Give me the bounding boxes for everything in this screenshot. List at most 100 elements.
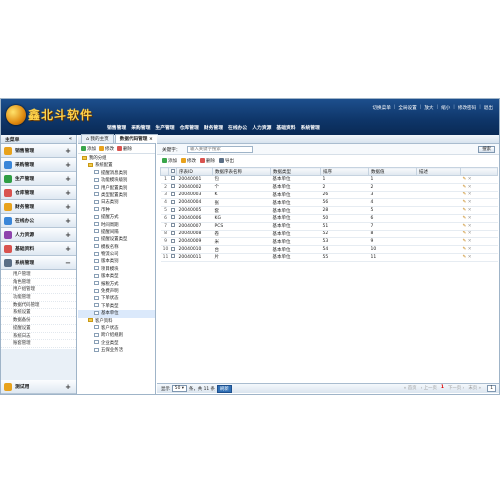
column-header-name[interactable]: 数据序表名称 (212, 167, 271, 176)
edit-row-icon[interactable]: ✎ (463, 177, 467, 182)
nav-system[interactable]: 系统管理 (299, 123, 322, 132)
tree-leaf[interactable]: 版本类型 (78, 273, 155, 280)
table-row[interactable]: 10 20040010 台基本单位 54 10 ✎ ✕ (160, 245, 498, 254)
sidebar-subitem[interactable]: 功能管理 (1, 294, 76, 302)
tree-leaf[interactable]: 下单类型 (78, 303, 155, 310)
delete-row-icon[interactable]: ✕ (468, 247, 472, 252)
tree-leaf[interactable]: 免费声明 (78, 288, 155, 295)
sidebar-module-8[interactable]: 系统管理 − (1, 256, 76, 270)
table-row[interactable]: 8 20040008 卷基本单位 52 8 ✎ ✕ (160, 230, 498, 239)
tree-folder[interactable]: 客户资料 (78, 318, 155, 325)
edit-row-icon[interactable]: ✎ (463, 255, 467, 260)
sidebar-module-1[interactable]: 采购管理 + (1, 158, 76, 172)
tree-add-button[interactable]: 添加 (81, 145, 96, 152)
sidebar-module-test[interactable]: 测试用 + (1, 380, 76, 394)
edit-row-icon[interactable]: ✎ (463, 200, 467, 205)
row-checkbox[interactable] (168, 191, 177, 200)
row-checkbox[interactable] (168, 183, 177, 192)
collapse-sidebar-button[interactable]: « (69, 137, 72, 142)
tree-leaf[interactable]: 基本单位 (78, 310, 155, 318)
table-row[interactable]: 1 20040001 包基本单位 1 1 ✎ ✕ (160, 175, 498, 184)
tree-leaf[interactable]: 下单状态 (78, 295, 155, 302)
tree-leaf[interactable]: 功能模块级别 (78, 177, 155, 184)
tree-leaf[interactable]: 五保业务活 (78, 347, 155, 354)
zoom-in-link[interactable]: 放大 (424, 105, 433, 111)
tree-leaf[interactable]: 项目模块 (78, 266, 155, 273)
logout-link[interactable]: 退出 (484, 105, 493, 111)
nav-warehouse[interactable]: 仓库管理 (178, 123, 201, 132)
sidebar-module-3[interactable]: 仓库管理 + (1, 186, 76, 200)
close-tab-icon[interactable]: × (149, 137, 153, 142)
search-button[interactable]: 搜索 (478, 146, 495, 153)
row-checkbox[interactable] (168, 214, 177, 223)
table-row[interactable]: 6 20040006 KG 基本单位 50 6 ✎ ✕ (160, 214, 498, 223)
tree-leaf[interactable]: 跨介绍规则 (78, 332, 155, 339)
tree-leaf[interactable]: 物流公司 (78, 251, 155, 258)
delete-row-icon[interactable]: ✕ (468, 185, 472, 190)
next-page-button[interactable]: 下一页 › (448, 385, 464, 392)
delete-row-icon[interactable]: ✕ (468, 239, 472, 244)
delete-row-icon[interactable]: ✕ (468, 177, 472, 182)
prev-page-button[interactable]: ‹ 上一页 (421, 385, 437, 392)
sidebar-subitem[interactable]: 用户管理 (1, 271, 76, 279)
table-row[interactable]: 3 20040003 K 基本单位 26 3 ✎ ✕ (160, 191, 498, 200)
zoom-out-link[interactable]: 缩小 (441, 105, 450, 111)
tree-leaf[interactable]: 提醒方式 (78, 214, 155, 221)
tree-folder[interactable]: 系统配置 (78, 162, 155, 169)
sidebar-subitem[interactable]: 数据代码管理 (1, 302, 76, 310)
row-checkbox[interactable] (168, 245, 177, 254)
tree-leaf[interactable]: 提醒设置类型 (78, 236, 155, 243)
edit-button[interactable]: 修改 (181, 158, 196, 164)
delete-row-icon[interactable]: ✕ (468, 224, 472, 229)
sidebar-subitem[interactable]: 用户组管理 (1, 286, 76, 295)
global-settings-link[interactable]: 全局设置 (398, 105, 416, 111)
tree-leaf[interactable]: 时间周期 (78, 222, 155, 229)
sidebar-module-0[interactable]: 销售管理 + (1, 144, 76, 158)
row-checkbox[interactable] (168, 230, 177, 239)
edit-row-icon[interactable]: ✎ (463, 247, 467, 252)
tree-leaf[interactable]: 币种 (78, 207, 155, 214)
column-header-sort[interactable]: 排序 (320, 167, 369, 176)
sidebar-subitem[interactable]: 角色管理 (1, 279, 76, 287)
delete-row-icon[interactable]: ✕ (468, 192, 472, 197)
sidebar-module-5[interactable]: 在线办公 + (1, 214, 76, 228)
switch-menu-link[interactable]: 切换菜单 (372, 105, 390, 111)
edit-row-icon[interactable]: ✎ (463, 231, 467, 236)
tree-delete-button[interactable]: 删除 (117, 145, 132, 152)
change-password-link[interactable]: 修改密码 (458, 105, 476, 111)
delete-button[interactable]: 删除 (200, 158, 215, 164)
row-checkbox[interactable] (168, 237, 177, 247)
edit-row-icon[interactable]: ✎ (463, 185, 467, 190)
edit-row-icon[interactable]: ✎ (463, 239, 467, 244)
sidebar-module-6[interactable]: 人力资源 + (1, 228, 76, 242)
sidebar-subitem[interactable]: 系统设置 (1, 309, 76, 318)
delete-row-icon[interactable]: ✕ (468, 216, 472, 221)
delete-row-icon[interactable]: ✕ (468, 200, 472, 205)
sidebar-module-2[interactable]: 生产管理 + (1, 172, 76, 186)
edit-row-icon[interactable]: ✎ (463, 208, 467, 213)
column-header-type[interactable]: 数据类型 (270, 167, 321, 176)
sidebar-subitem[interactable]: 账套管理 (1, 340, 76, 348)
tree-leaf[interactable]: 提醒间隔 (78, 229, 155, 236)
tree-leaf[interactable]: 版本类别 (78, 258, 155, 265)
row-checkbox[interactable] (168, 198, 177, 208)
tab-home[interactable]: ⌂ 我的主页 (81, 134, 114, 143)
row-checkbox[interactable] (168, 175, 177, 184)
tree-leaf[interactable]: 模板名称 (78, 244, 155, 251)
nav-sales[interactable]: 销售管理 (105, 123, 128, 132)
table-row[interactable]: 9 20040009 米基本单位 53 9 ✎ ✕ (160, 237, 498, 247)
tree-leaf[interactable]: 企业类型 (78, 340, 155, 347)
row-checkbox[interactable] (168, 206, 177, 215)
nav-office[interactable]: 在线办公 (226, 123, 249, 132)
row-checkbox[interactable] (168, 253, 177, 262)
tab-data-code[interactable]: 数据代码管理 × (114, 134, 158, 143)
edit-row-icon[interactable]: ✎ (463, 216, 467, 221)
delete-row-icon[interactable]: ✕ (468, 208, 472, 213)
row-checkbox[interactable] (168, 222, 177, 231)
sidebar-module-4[interactable]: 财务管理 + (1, 200, 76, 214)
nav-hr[interactable]: 人力资源 (250, 123, 273, 132)
sidebar-subitem[interactable]: 数据备份 (1, 317, 76, 325)
column-header-description[interactable]: 描述 (416, 167, 461, 176)
table-row[interactable]: 7 20040007 PCS 基本单位 51 7 ✎ ✕ (160, 222, 498, 231)
nav-finance[interactable]: 财务管理 (202, 123, 225, 132)
